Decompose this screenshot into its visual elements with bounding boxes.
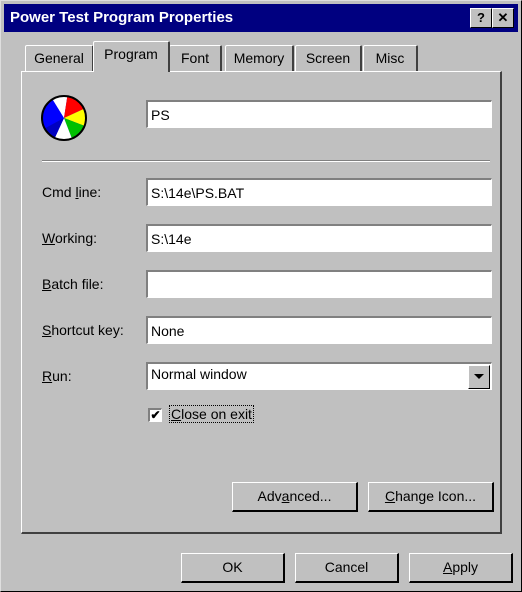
- working-field[interactable]: [146, 224, 492, 252]
- apply-button[interactable]: Apply: [409, 553, 513, 583]
- advanced-button[interactable]: Advanced...: [232, 482, 358, 512]
- help-button[interactable]: ?: [470, 8, 492, 28]
- shortcut-key-field[interactable]: [146, 316, 492, 344]
- close-on-exit-label[interactable]: Close on exit: [169, 405, 254, 423]
- title-bar: Power Test Program Properties ? ✕: [4, 4, 518, 32]
- working-label: Working:: [42, 230, 97, 246]
- window-title: Power Test Program Properties: [10, 9, 234, 26]
- cmd-line-label: Cmd line:: [42, 184, 102, 200]
- properties-dialog: Power Test Program Properties ? ✕ Genera…: [0, 0, 522, 592]
- run-select-value: Normal window: [151, 366, 247, 382]
- beach-ball-icon: [41, 95, 87, 141]
- shortcut-key-label: Shortcut key:: [42, 322, 124, 338]
- close-button[interactable]: ✕: [492, 8, 514, 28]
- tab-program[interactable]: Program: [93, 41, 170, 72]
- separator: [42, 160, 490, 162]
- tab-general[interactable]: General: [25, 45, 94, 72]
- ok-button[interactable]: OK: [181, 553, 285, 583]
- chevron-down-icon: [474, 374, 484, 379]
- run-label: Run:: [42, 368, 72, 384]
- tab-screen[interactable]: Screen: [295, 45, 362, 72]
- program-tab-panel: Cmd line: Working: Batch file: Shortcut …: [21, 71, 502, 534]
- tab-font[interactable]: Font: [169, 45, 222, 72]
- cancel-button[interactable]: Cancel: [295, 553, 399, 583]
- cmd-line-field[interactable]: [146, 178, 492, 206]
- program-name-field[interactable]: [146, 100, 492, 128]
- run-select[interactable]: Normal window: [146, 362, 492, 390]
- batch-file-label: Batch file:: [42, 276, 104, 292]
- tab-memory[interactable]: Memory: [225, 45, 294, 72]
- run-dropdown-button[interactable]: [468, 365, 490, 389]
- change-icon-button[interactable]: Change Icon...: [368, 482, 494, 512]
- tab-misc[interactable]: Misc: [363, 45, 418, 72]
- batch-file-field[interactable]: [146, 270, 492, 298]
- close-on-exit-checkbox[interactable]: ✔: [148, 408, 162, 422]
